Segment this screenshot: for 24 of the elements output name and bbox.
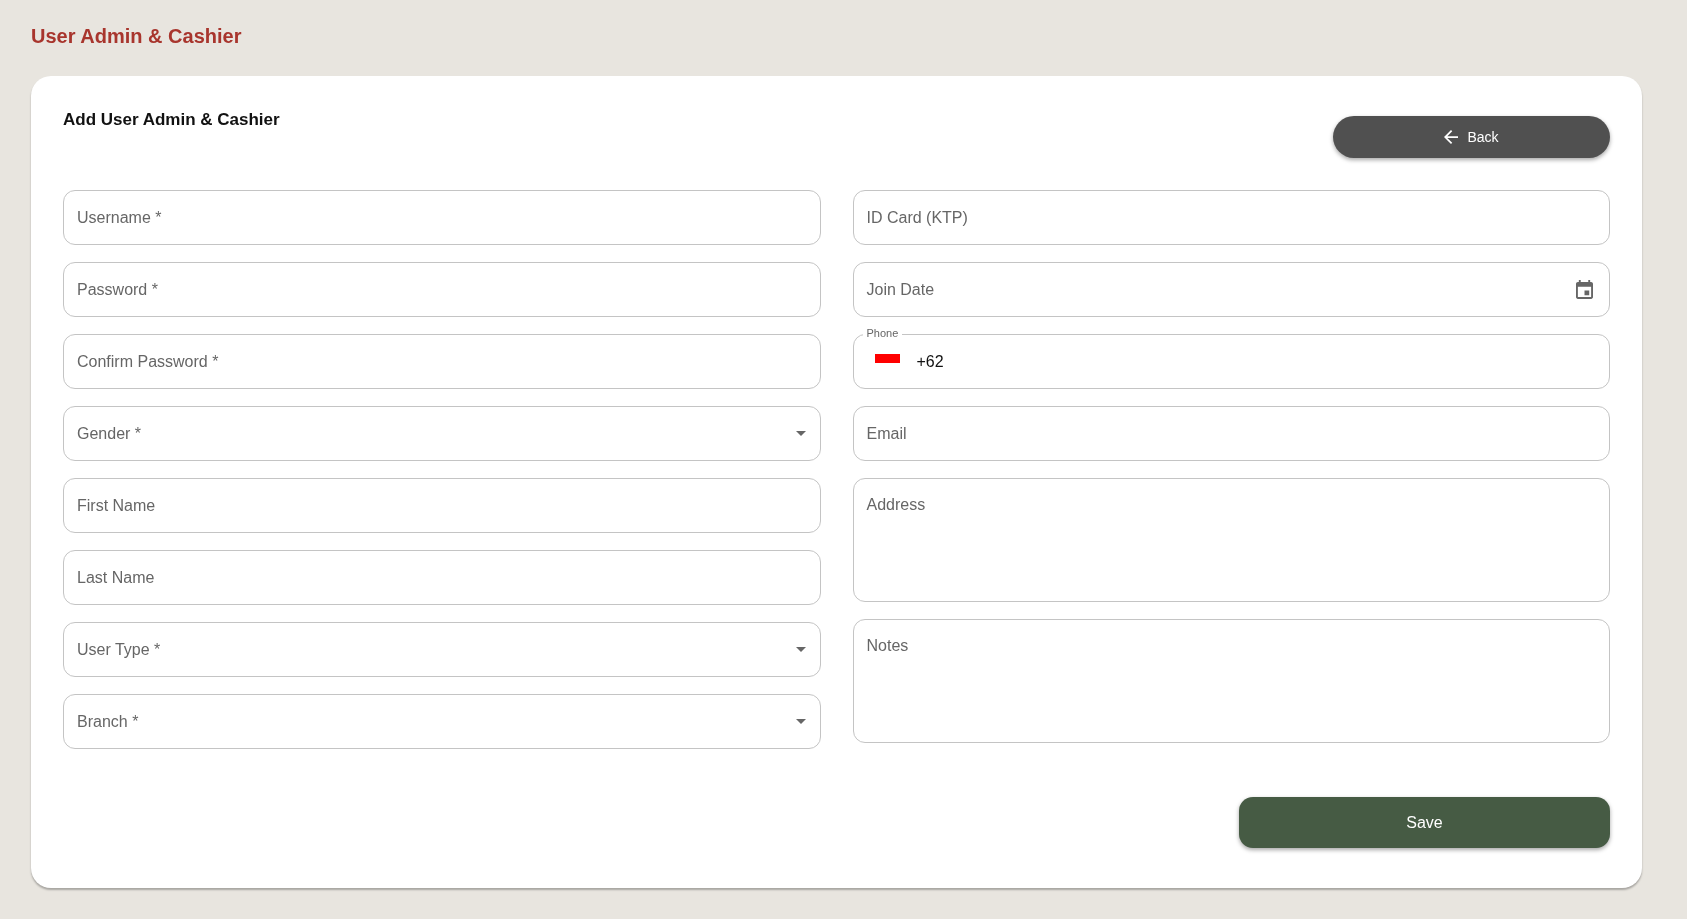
input-field[interactable]: ID Card (KTP) bbox=[852, 190, 1610, 245]
dropdown-field[interactable]: Gender * bbox=[63, 406, 821, 461]
dropdown-field[interactable]: Branch * bbox=[63, 694, 821, 749]
date-field[interactable]: Join Date bbox=[852, 262, 1610, 317]
textarea-field[interactable]: Address bbox=[852, 478, 1610, 602]
form-title: Add User Admin & Cashier bbox=[63, 109, 280, 131]
input-field[interactable]: First Name bbox=[63, 478, 821, 533]
caret-down-icon bbox=[795, 719, 806, 724]
field-label: Phone bbox=[862, 326, 903, 340]
arrow-left-icon bbox=[1444, 130, 1459, 144]
flag-icon bbox=[874, 353, 900, 363]
input-field[interactable]: Last Name bbox=[63, 550, 821, 605]
caret-down-icon bbox=[795, 647, 806, 652]
password-field[interactable]: Password * bbox=[63, 262, 821, 317]
password-field[interactable]: Confirm Password * bbox=[63, 334, 821, 389]
back-button[interactable]: Back bbox=[1333, 116, 1610, 158]
textarea-field[interactable]: Notes bbox=[852, 619, 1610, 743]
input-field[interactable]: Email bbox=[852, 406, 1610, 461]
dropdown-field[interactable]: User Type * bbox=[63, 622, 821, 677]
calendar-icon[interactable] bbox=[1576, 280, 1593, 299]
input-field[interactable]: Username * bbox=[63, 190, 821, 245]
save-button[interactable]: Save bbox=[1239, 797, 1610, 848]
page-title: User Admin & Cashier bbox=[31, 24, 242, 48]
caret-down-icon bbox=[795, 431, 806, 436]
